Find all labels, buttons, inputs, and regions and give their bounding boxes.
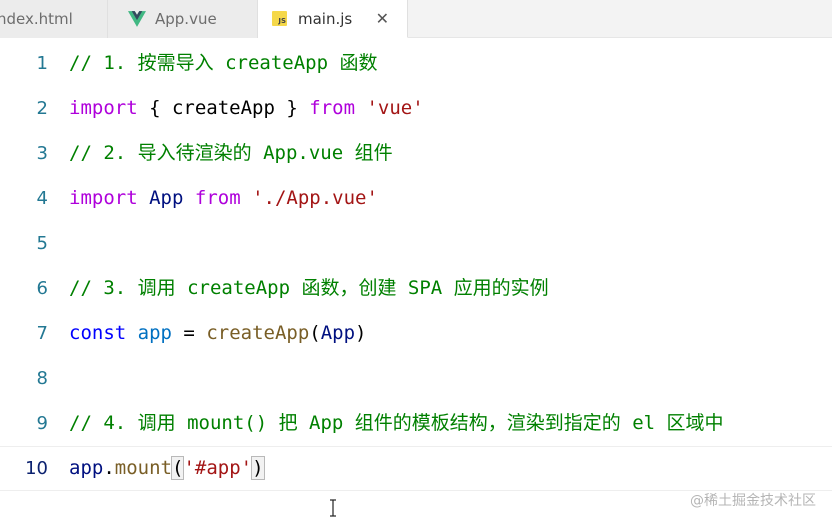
line-content: const app = createApp(App) [69,311,367,356]
operator-token: = [171,322,207,344]
line-number: 6 [36,278,48,299]
keyword-token: import [69,97,138,119]
line-number: 8 [36,368,48,389]
text-cursor-icon [330,499,336,517]
line-number: 7 [36,323,48,344]
line-content: // 3. 调用 createApp 函数，创建 SPA 应用的实例 [69,266,549,311]
code-line[interactable]: 6 // 3. 调用 createApp 函数，创建 SPA 应用的实例 [0,266,832,311]
identifier-token: app [137,322,172,344]
line-number: 2 [36,98,48,119]
tab-index-html[interactable]: ndex.html [0,0,108,38]
code-line[interactable]: 9 // 4. 调用 mount() 把 App 组件的模板结构，渲染到指定的 … [0,401,832,446]
paren-token: ) [355,322,367,344]
code-line[interactable]: 5 [0,221,832,266]
paren-token: ( [309,322,321,344]
line-content: // 1. 按需导入 createApp 函数 [69,41,377,86]
line-number: 4 [36,188,48,209]
code-editor[interactable]: 1 // 1. 按需导入 createApp 函数 2 import { cre… [0,38,832,522]
tab-label: App.vue [155,10,217,28]
string-token: 'vue' [366,97,424,119]
line-content: // 2. 导入待渲染的 App.vue 组件 [69,131,393,176]
punctuation-token: { [137,97,172,119]
punctuation-token: . [103,457,115,479]
keyword-token: from [309,97,356,119]
editor-tab-bar: ndex.html App.vue JS main.js ✕ [0,0,832,38]
tab-main-js[interactable]: JS main.js ✕ [258,0,408,38]
function-token: mount [114,457,172,479]
line-number: 3 [36,143,48,164]
line-number: 10 [25,458,48,479]
identifier-token: app [69,457,104,479]
string-token: './App.vue' [252,187,378,209]
matched-bracket: ( [170,456,185,480]
current-code-line[interactable]: 10 app.mount('#app') [0,446,832,491]
identifier-token: App [149,187,184,209]
code-line[interactable]: 7 const app = createApp(App) [0,311,832,356]
matched-bracket: ) [251,456,265,480]
keyword-token: from [194,187,241,209]
watermark: @稀土掘金技术社区 [690,493,816,509]
identifier-token: App [320,322,356,344]
js-icon: JS [272,11,287,26]
keyword-token: const [69,322,127,344]
code-line[interactable]: 8 [0,356,832,401]
code-line[interactable]: 1 // 1. 按需导入 createApp 函数 [0,41,832,86]
close-icon[interactable]: ✕ [376,9,389,28]
keyword-token: import [69,187,138,209]
vue-icon [128,11,146,27]
line-content: app.mount('#app') [69,447,265,490]
tab-label: ndex.html [0,10,73,28]
line-content: import App from './App.vue' [69,176,378,221]
comment-token: // 1. 按需导入 createApp 函数 [69,52,378,74]
string-token: '#app' [183,457,253,479]
code-line[interactable]: 3 // 2. 导入待渲染的 App.vue 组件 [0,131,832,176]
function-token: createApp [206,322,310,344]
line-number: 1 [36,53,48,74]
comment-token: // 4. 调用 mount() 把 App 组件的模板结构，渲染到指定的 el… [69,412,724,434]
line-content: import { createApp } from 'vue' [69,86,424,131]
line-number: 9 [36,413,48,434]
code-line[interactable]: 4 import App from './App.vue' [0,176,832,221]
punctuation-token: } [274,97,310,119]
code-line[interactable]: 2 import { createApp } from 'vue' [0,86,832,131]
comment-token: // 3. 调用 createApp 函数，创建 SPA 应用的实例 [69,277,549,299]
tab-app-vue[interactable]: App.vue [108,0,258,38]
identifier-token: createApp [171,97,275,119]
line-content: // 4. 调用 mount() 把 App 组件的模板结构，渲染到指定的 el… [69,401,724,446]
comment-token: // 2. 导入待渲染的 App.vue 组件 [69,142,393,164]
tab-label: main.js [298,9,353,28]
line-number: 5 [36,233,48,254]
